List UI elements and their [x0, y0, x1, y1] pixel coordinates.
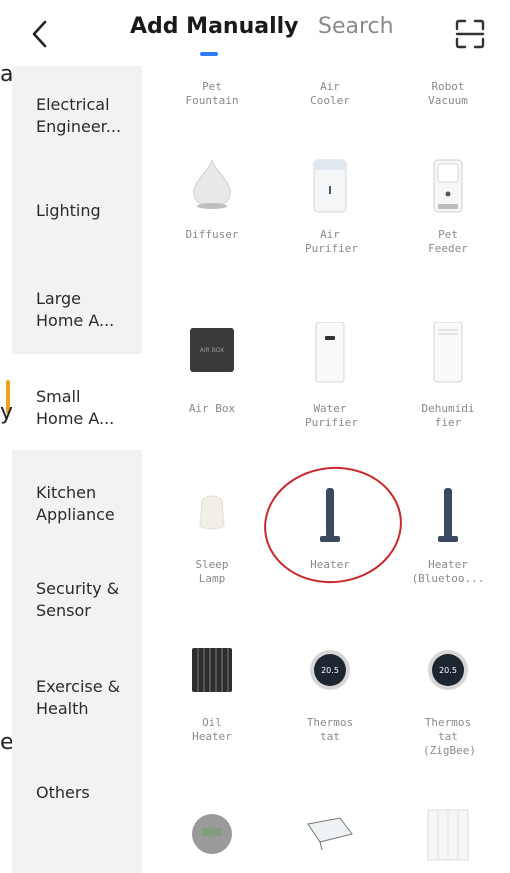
device-name: Water Purifier: [305, 402, 358, 429]
scan-icon: [455, 19, 485, 49]
thermostat-display: 20.5: [439, 666, 457, 675]
device-sleep-lamp[interactable]: Sleep Lamp: [152, 486, 272, 586]
device-name: Air Cooler: [310, 80, 350, 107]
sidebar-item-lighting[interactable]: Lighting: [12, 200, 142, 222]
sidebar-item-label: Others: [36, 783, 90, 802]
scan-button[interactable]: [452, 16, 488, 52]
sidebar-item-kitchen[interactable]: Kitchen Appliance: [12, 482, 142, 526]
device-oil-heater[interactable]: Oil Heater: [152, 642, 272, 744]
tab-add-manually[interactable]: Add Manually: [130, 14, 299, 39]
sidebar-item-exercise[interactable]: Exercise & Health: [12, 676, 142, 720]
sidebar-item-large-home[interactable]: Large Home A...: [12, 288, 142, 332]
thermostat-image: 20.5: [310, 650, 350, 690]
device-partial[interactable]: [152, 806, 272, 862]
device-name: Dehumidi fier: [421, 402, 475, 429]
top-bar: Add Manually Search: [0, 0, 510, 66]
sidebar-item-electrical[interactable]: Electrical Engineer...: [12, 94, 142, 138]
sidebar-item-label: Small Home A...: [36, 387, 115, 428]
device-name: Air Box: [188, 402, 236, 415]
sleep-lamp-image: [199, 495, 225, 530]
air-purifier-image: [313, 159, 347, 213]
active-tab-indicator: [200, 52, 218, 56]
device-heater-bluetooth[interactable]: Heater (Bluetoo...: [388, 486, 508, 586]
sidebar-item-label: Large Home A...: [36, 289, 115, 330]
device-name: Thermos tat: [306, 716, 354, 743]
device-dehumidifier[interactable]: Dehumidi fier: [388, 322, 508, 430]
device-name: Pet Fountain: [185, 80, 239, 107]
device-pet-fountain[interactable]: Pet Fountain: [152, 80, 272, 108]
sidebar-item-others[interactable]: Others: [12, 782, 142, 804]
device-thermostat[interactable]: 20.5 Thermos tat: [270, 642, 390, 744]
device-pet-feeder[interactable]: Pet Feeder: [388, 156, 508, 256]
device-partial[interactable]: [388, 806, 508, 862]
sidebar-item-label: Exercise & Health: [36, 677, 121, 718]
meter-image: [192, 814, 232, 854]
device-name: Air Purifier: [305, 228, 358, 255]
device-name: Heater (Bluetoo...: [411, 558, 485, 585]
device-name: Robot Vacuum: [428, 80, 468, 107]
category-sidebar: Electrical Engineer... Lighting Large Ho…: [12, 66, 142, 873]
pet-feeder-image: [433, 159, 463, 213]
back-button[interactable]: [22, 16, 58, 52]
thermostat-zigbee-image: 20.5: [428, 650, 468, 690]
sidebar-item-label: Electrical Engineer...: [36, 95, 122, 136]
sidebar-item-label: Lighting: [36, 201, 101, 220]
oil-heater-image: [192, 648, 232, 692]
device-partial[interactable]: [270, 806, 390, 862]
device-name: Thermos tat (ZigBee): [423, 716, 476, 757]
heater-bluetooth-image: [438, 488, 458, 542]
device-name: Pet Feeder: [428, 228, 468, 255]
device-air-box[interactable]: AIR BOX Air Box: [152, 322, 272, 416]
water-purifier-image: [315, 322, 345, 383]
device-air-cooler[interactable]: Air Cooler: [270, 80, 390, 108]
sidebar-item-small-home[interactable]: Small Home A...: [12, 354, 142, 450]
device-robot-vacuum[interactable]: Robot Vacuum: [388, 80, 508, 108]
chevron-left-icon: [32, 20, 47, 48]
device-air-purifier[interactable]: Air Purifier: [270, 156, 390, 256]
dehumidifier-image: [433, 322, 463, 383]
curtain-image: [427, 809, 469, 861]
device-name: Diffuser: [185, 228, 239, 241]
diffuser-image: [193, 159, 231, 209]
air-box-image: AIR BOX: [190, 328, 234, 372]
tab-search[interactable]: Search: [318, 14, 418, 39]
skylight-image: [307, 817, 353, 851]
sidebar-item-label: Security & Sensor: [36, 579, 120, 620]
air-box-label: AIR BOX: [200, 347, 224, 354]
sidebar-item-label: Kitchen Appliance: [36, 483, 115, 524]
thermostat-display: 20.5: [321, 666, 339, 675]
device-name: Sleep Lamp: [195, 558, 229, 585]
device-water-purifier[interactable]: Water Purifier: [270, 322, 390, 430]
device-thermostat-zigbee[interactable]: 20.5 Thermos tat (ZigBee): [388, 642, 508, 758]
device-name: Oil Heater: [192, 716, 232, 743]
sidebar-item-security[interactable]: Security & Sensor: [12, 578, 142, 622]
device-diffuser[interactable]: Diffuser: [152, 156, 272, 242]
